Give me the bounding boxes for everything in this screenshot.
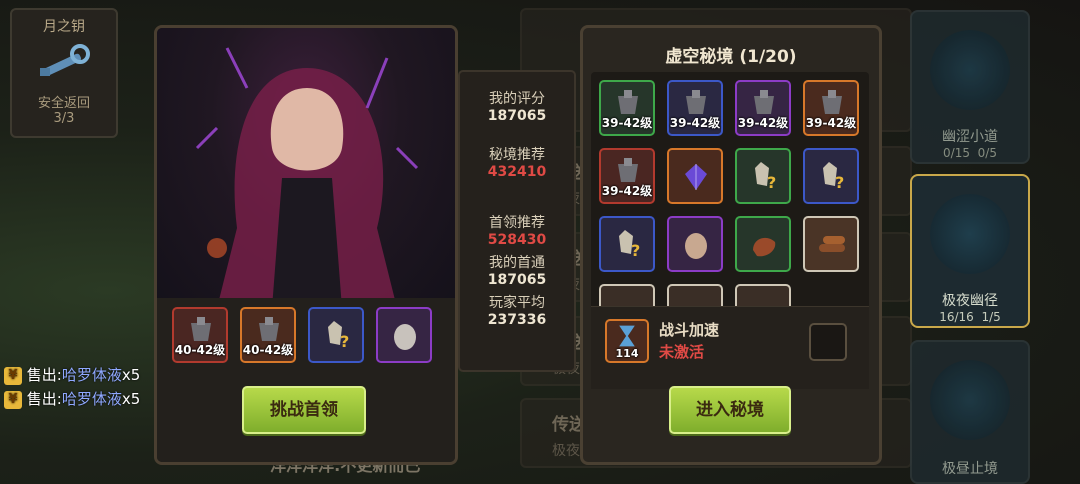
key-icon bbox=[40, 44, 90, 76]
portal-icon bbox=[930, 360, 1010, 440]
hourglass-icon bbox=[619, 325, 635, 347]
my-score-label: 我的评分 bbox=[489, 91, 545, 107]
score-stats-panel: 我的评分 187065 秘境推荐 432410 首领推荐 528430 我的首通… bbox=[458, 70, 576, 372]
egg-icon bbox=[394, 324, 416, 350]
first-clear-value: 187065 bbox=[487, 272, 547, 288]
dungeon-reward-slot[interactable]: 39-42级 bbox=[803, 80, 859, 136]
svg-text:?: ? bbox=[340, 332, 349, 349]
location-card[interactable]: 幽涩小道 0/15 0/5 bbox=[910, 10, 1030, 164]
player-average-label: 玩家平均 bbox=[489, 295, 545, 311]
egg-icon bbox=[685, 233, 707, 259]
my-score-value: 187065 bbox=[487, 108, 547, 124]
svg-text:?: ? bbox=[835, 173, 844, 190]
safe-return-count: 3/3 bbox=[53, 111, 75, 126]
portal-icon bbox=[930, 30, 1010, 110]
location-name: 极夜幽径 bbox=[942, 293, 998, 309]
sold-item: 哈罗体液 bbox=[61, 390, 122, 408]
coin-icon: ¥ bbox=[4, 390, 22, 409]
dungeon-reward-slot[interactable]: 39-42级 bbox=[667, 80, 723, 136]
reward-level: 39-42级 bbox=[601, 184, 653, 198]
challenge-boss-button[interactable]: 挑战首领 bbox=[242, 386, 366, 434]
location-name: 幽涩小道 bbox=[942, 129, 998, 145]
sold-prefix: 售出: bbox=[26, 390, 62, 408]
reward-level: 39-42级 bbox=[737, 116, 789, 130]
first-clear-label: 我的首通 bbox=[489, 255, 545, 271]
purple-crystal-icon bbox=[685, 164, 707, 190]
coin-icon: ¥ bbox=[4, 366, 22, 385]
location-progress: 16/16 1/5 bbox=[939, 310, 1001, 324]
reward-level: 39-42级 bbox=[805, 116, 857, 130]
sold-message: ¥ 售出:哈罗体液x5 bbox=[4, 364, 140, 385]
reward-level: 40-42级 bbox=[174, 343, 226, 357]
crystal-unknown-icon: ? bbox=[328, 321, 349, 349]
dungeon-reward-slot[interactable]: ? bbox=[735, 148, 791, 204]
location-card[interactable]: 极昼止境 bbox=[910, 340, 1030, 484]
sold-item: 哈罗体液 bbox=[61, 366, 122, 384]
boost-checkbox[interactable] bbox=[809, 323, 847, 361]
boss-portrait bbox=[157, 28, 455, 308]
boss-recommend-label: 首领推荐 bbox=[489, 215, 545, 231]
reward-slot[interactable]: 40-42级 bbox=[172, 307, 228, 363]
safe-return-label: 安全返回 bbox=[37, 96, 90, 111]
boost-status: 未激活 bbox=[659, 343, 705, 361]
wood-icon bbox=[819, 236, 845, 252]
player-average-value: 237336 bbox=[487, 312, 547, 328]
dungeon-reward-grid: 39-42级 39-42级 39-42级 39-42级 39-42级 ? ? ? bbox=[591, 72, 869, 316]
reward-slot[interactable] bbox=[376, 307, 432, 363]
void-dungeon-panel: 虚空秘境 (1/20) 39-42级 39-42级 39-42级 39-42级 … bbox=[580, 25, 882, 465]
dungeon-title: 虚空秘境 (1/20) bbox=[665, 47, 797, 67]
boost-title: 战斗加速 bbox=[659, 321, 720, 339]
location-card-selected[interactable]: 极夜幽径 16/16 1/5 bbox=[910, 174, 1030, 328]
background-row-sub: 极夜 bbox=[552, 443, 580, 459]
moon-key-title: 月之钥 bbox=[43, 19, 85, 35]
dungeon-reward-slot[interactable]: 39-42级 bbox=[599, 148, 655, 204]
moon-key-widget[interactable]: 月之钥 安全返回 3/3 bbox=[10, 8, 118, 138]
crystal-unknown-icon: ? bbox=[619, 230, 640, 258]
reward-slot[interactable]: ? bbox=[308, 307, 364, 363]
reward-slot[interactable]: 40-42级 bbox=[240, 307, 296, 363]
dungeon-reward-slot[interactable] bbox=[667, 148, 723, 204]
sold-message: ¥ 售出:哈罗体液x5 bbox=[4, 388, 140, 409]
boss-portrait-art bbox=[195, 47, 419, 308]
svg-text:?: ? bbox=[631, 241, 640, 258]
reward-level: 40-42级 bbox=[242, 343, 294, 357]
recommend-label: 秘境推荐 bbox=[489, 147, 545, 163]
sold-qty: x5 bbox=[121, 390, 141, 408]
crystal-unknown-icon: ? bbox=[755, 162, 776, 190]
dungeon-reward-slot[interactable] bbox=[667, 216, 723, 272]
battle-boost-row: 114 战斗加速 未激活 bbox=[591, 306, 869, 389]
boss-recommend-value: 528430 bbox=[487, 232, 547, 248]
dungeon-reward-slot[interactable]: ? bbox=[803, 148, 859, 204]
boost-item-count: 114 bbox=[615, 347, 639, 360]
meat-icon bbox=[753, 237, 776, 257]
location-name: 极昼止境 bbox=[942, 461, 998, 477]
recommend-value: 432410 bbox=[487, 164, 547, 180]
sold-prefix: 售出: bbox=[26, 366, 62, 384]
portal-icon bbox=[930, 194, 1010, 274]
svg-text:?: ? bbox=[767, 173, 776, 190]
reward-level: 39-42级 bbox=[669, 116, 721, 130]
dungeon-reward-slot[interactable]: 39-42级 bbox=[735, 80, 791, 136]
reward-level: 39-42级 bbox=[601, 116, 653, 130]
dungeon-reward-slot[interactable]: ? bbox=[599, 216, 655, 272]
boost-item-slot[interactable]: 114 bbox=[605, 319, 649, 363]
dungeon-reward-slot[interactable] bbox=[803, 216, 859, 272]
dungeon-reward-slot[interactable] bbox=[735, 216, 791, 272]
location-progress: 0/15 0/5 bbox=[943, 146, 997, 160]
crystal-unknown-icon: ? bbox=[823, 162, 844, 190]
dungeon-reward-slot[interactable]: 39-42级 bbox=[599, 80, 655, 136]
sold-qty: x5 bbox=[121, 366, 141, 384]
enter-dungeon-button[interactable]: 进入秘境 bbox=[669, 386, 791, 434]
